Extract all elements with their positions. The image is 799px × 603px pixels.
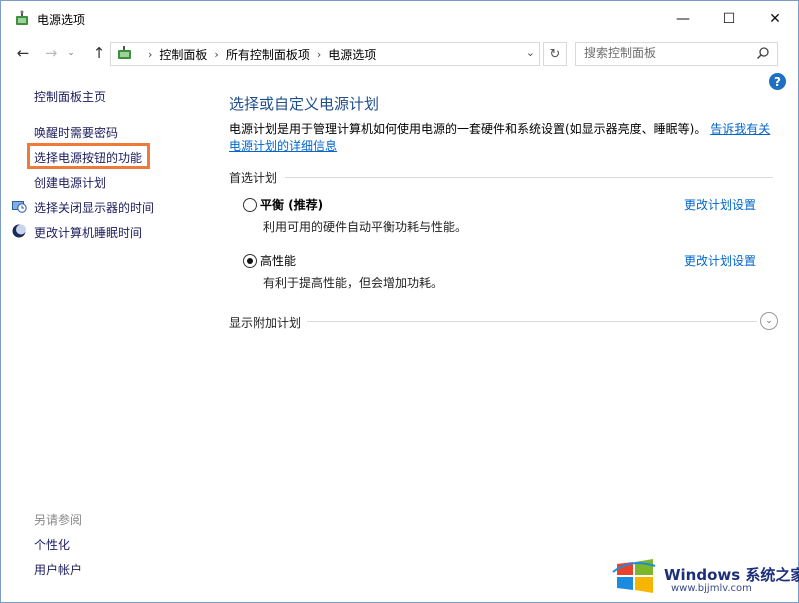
plan-high-performance-radio[interactable] <box>243 254 257 268</box>
maximize-button[interactable]: ☐ <box>706 1 752 37</box>
help-icon: ? <box>774 74 781 89</box>
moon-icon <box>12 224 26 238</box>
back-button[interactable]: ← <box>13 43 33 63</box>
watermark: Windows 系统之家 www.bjjmlv.com <box>609 552 799 602</box>
control-panel-icon <box>118 46 131 59</box>
breadcrumb: › 控制面板 › 所有控制面板项 › 电源选项 <box>141 46 376 63</box>
title-bar: 电源选项 — ☐ ✕ <box>1 1 798 37</box>
close-icon: ✕ <box>769 11 781 27</box>
sidebar-item-sleep-time[interactable]: 更改计算机睡眠时间 <box>34 224 142 241</box>
chevron-down-icon: ⌄ <box>765 316 773 326</box>
breadcrumb-item[interactable]: 所有控制面板项 <box>226 46 310 63</box>
refresh-button[interactable]: ↻ <box>543 42 567 66</box>
monitor-clock-icon <box>12 201 27 213</box>
search-icon[interactable] <box>756 46 770 60</box>
search-input[interactable] <box>576 43 754 63</box>
minimize-icon: — <box>676 11 690 27</box>
watermark-title: Windows 系统之家 <box>664 566 799 584</box>
plan-balanced-name[interactable]: 平衡 (推荐) <box>260 196 323 213</box>
breadcrumb-separator-icon[interactable]: › <box>214 48 218 61</box>
search-box[interactable] <box>575 42 778 66</box>
back-arrow-icon: ← <box>16 44 30 62</box>
sidebar-item-create-plan[interactable]: 创建电源计划 <box>34 174 106 191</box>
see-also-heading: 另请参阅 <box>34 513 83 527</box>
watermark-url: www.bjjmlv.com <box>671 583 752 594</box>
breadcrumb-item[interactable]: 电源选项 <box>328 46 376 63</box>
breadcrumb-item[interactable]: 控制面板 <box>159 46 207 63</box>
address-bar[interactable]: › 控制面板 › 所有控制面板项 › 电源选项 ⌄ <box>110 42 540 66</box>
windows-logo-icon <box>612 559 656 593</box>
section-divider <box>285 177 773 178</box>
power-options-icon <box>16 10 28 25</box>
plan-balanced-description: 利用可用的硬件自动平衡功耗与性能。 <box>263 220 468 234</box>
forward-arrow-icon: → <box>44 44 58 62</box>
sidebar-item-wake-password[interactable]: 唤醒时需要密码 <box>34 124 118 141</box>
up-button[interactable]: ↑ <box>89 43 109 63</box>
page-title: 选择或自定义电源计划 <box>229 95 380 113</box>
preferred-plans-heading: 首选计划 <box>229 171 278 185</box>
plan-balanced-radio[interactable] <box>243 198 257 212</box>
maximize-icon: ☐ <box>722 11 736 27</box>
page-description: 电源计划是用于管理计算机如何使用电源的一套硬件和系统设置(如显示器亮度、睡眠等)… <box>229 121 781 155</box>
sidebar-item-display-off-time[interactable]: 选择关闭显示器的时间 <box>34 199 154 216</box>
radio-selected-dot <box>247 258 253 264</box>
up-arrow-icon: ↑ <box>92 44 106 62</box>
plan-high-performance-name[interactable]: 高性能 <box>260 252 296 269</box>
breadcrumb-separator-icon[interactable]: › <box>317 48 321 61</box>
recent-locations-button[interactable]: ⌄ <box>65 43 77 63</box>
show-additional-plans-heading[interactable]: 显示附加计划 <box>229 314 301 331</box>
breadcrumb-separator-icon: › <box>148 48 153 61</box>
control-panel-home-link[interactable]: 控制面板主页 <box>34 88 106 105</box>
help-button[interactable]: ? <box>769 73 786 90</box>
description-text: 电源计划是用于管理计算机如何使用电源的一套硬件和系统设置(如显示器亮度、睡眠等)… <box>229 122 707 136</box>
change-plan-settings-balanced-link[interactable]: 更改计划设置 <box>684 196 756 213</box>
change-plan-settings-high-performance-link[interactable]: 更改计划设置 <box>684 252 756 269</box>
close-button[interactable]: ✕ <box>752 1 798 37</box>
see-also-personalization-link[interactable]: 个性化 <box>34 536 70 553</box>
chevron-down-icon: ⌄ <box>67 48 75 58</box>
address-dropdown-icon[interactable]: ⌄ <box>526 46 535 59</box>
forward-button[interactable]: → <box>41 43 61 63</box>
address-bar-row: ← → ⌄ ↑ › 控制面板 › 所有控制面板项 › 电源选项 ⌄ ↻ <box>1 37 798 69</box>
sidebar-item-power-buttons[interactable]: 选择电源按钮的功能 <box>34 149 142 166</box>
expand-additional-plans-button[interactable]: ⌄ <box>760 312 778 330</box>
section-divider <box>307 321 757 322</box>
window-title: 电源选项 <box>37 13 86 27</box>
plan-high-performance-description: 有利于提高性能，但会增加功耗。 <box>263 276 444 290</box>
refresh-icon: ↻ <box>549 46 561 62</box>
see-also-user-accounts-link[interactable]: 用户帐户 <box>34 561 82 578</box>
power-options-window: 电源选项 — ☐ ✕ ← → ⌄ ↑ › 控制面板 › 所有控制面板项 › 电源… <box>0 0 799 603</box>
minimize-button[interactable]: — <box>660 1 706 37</box>
